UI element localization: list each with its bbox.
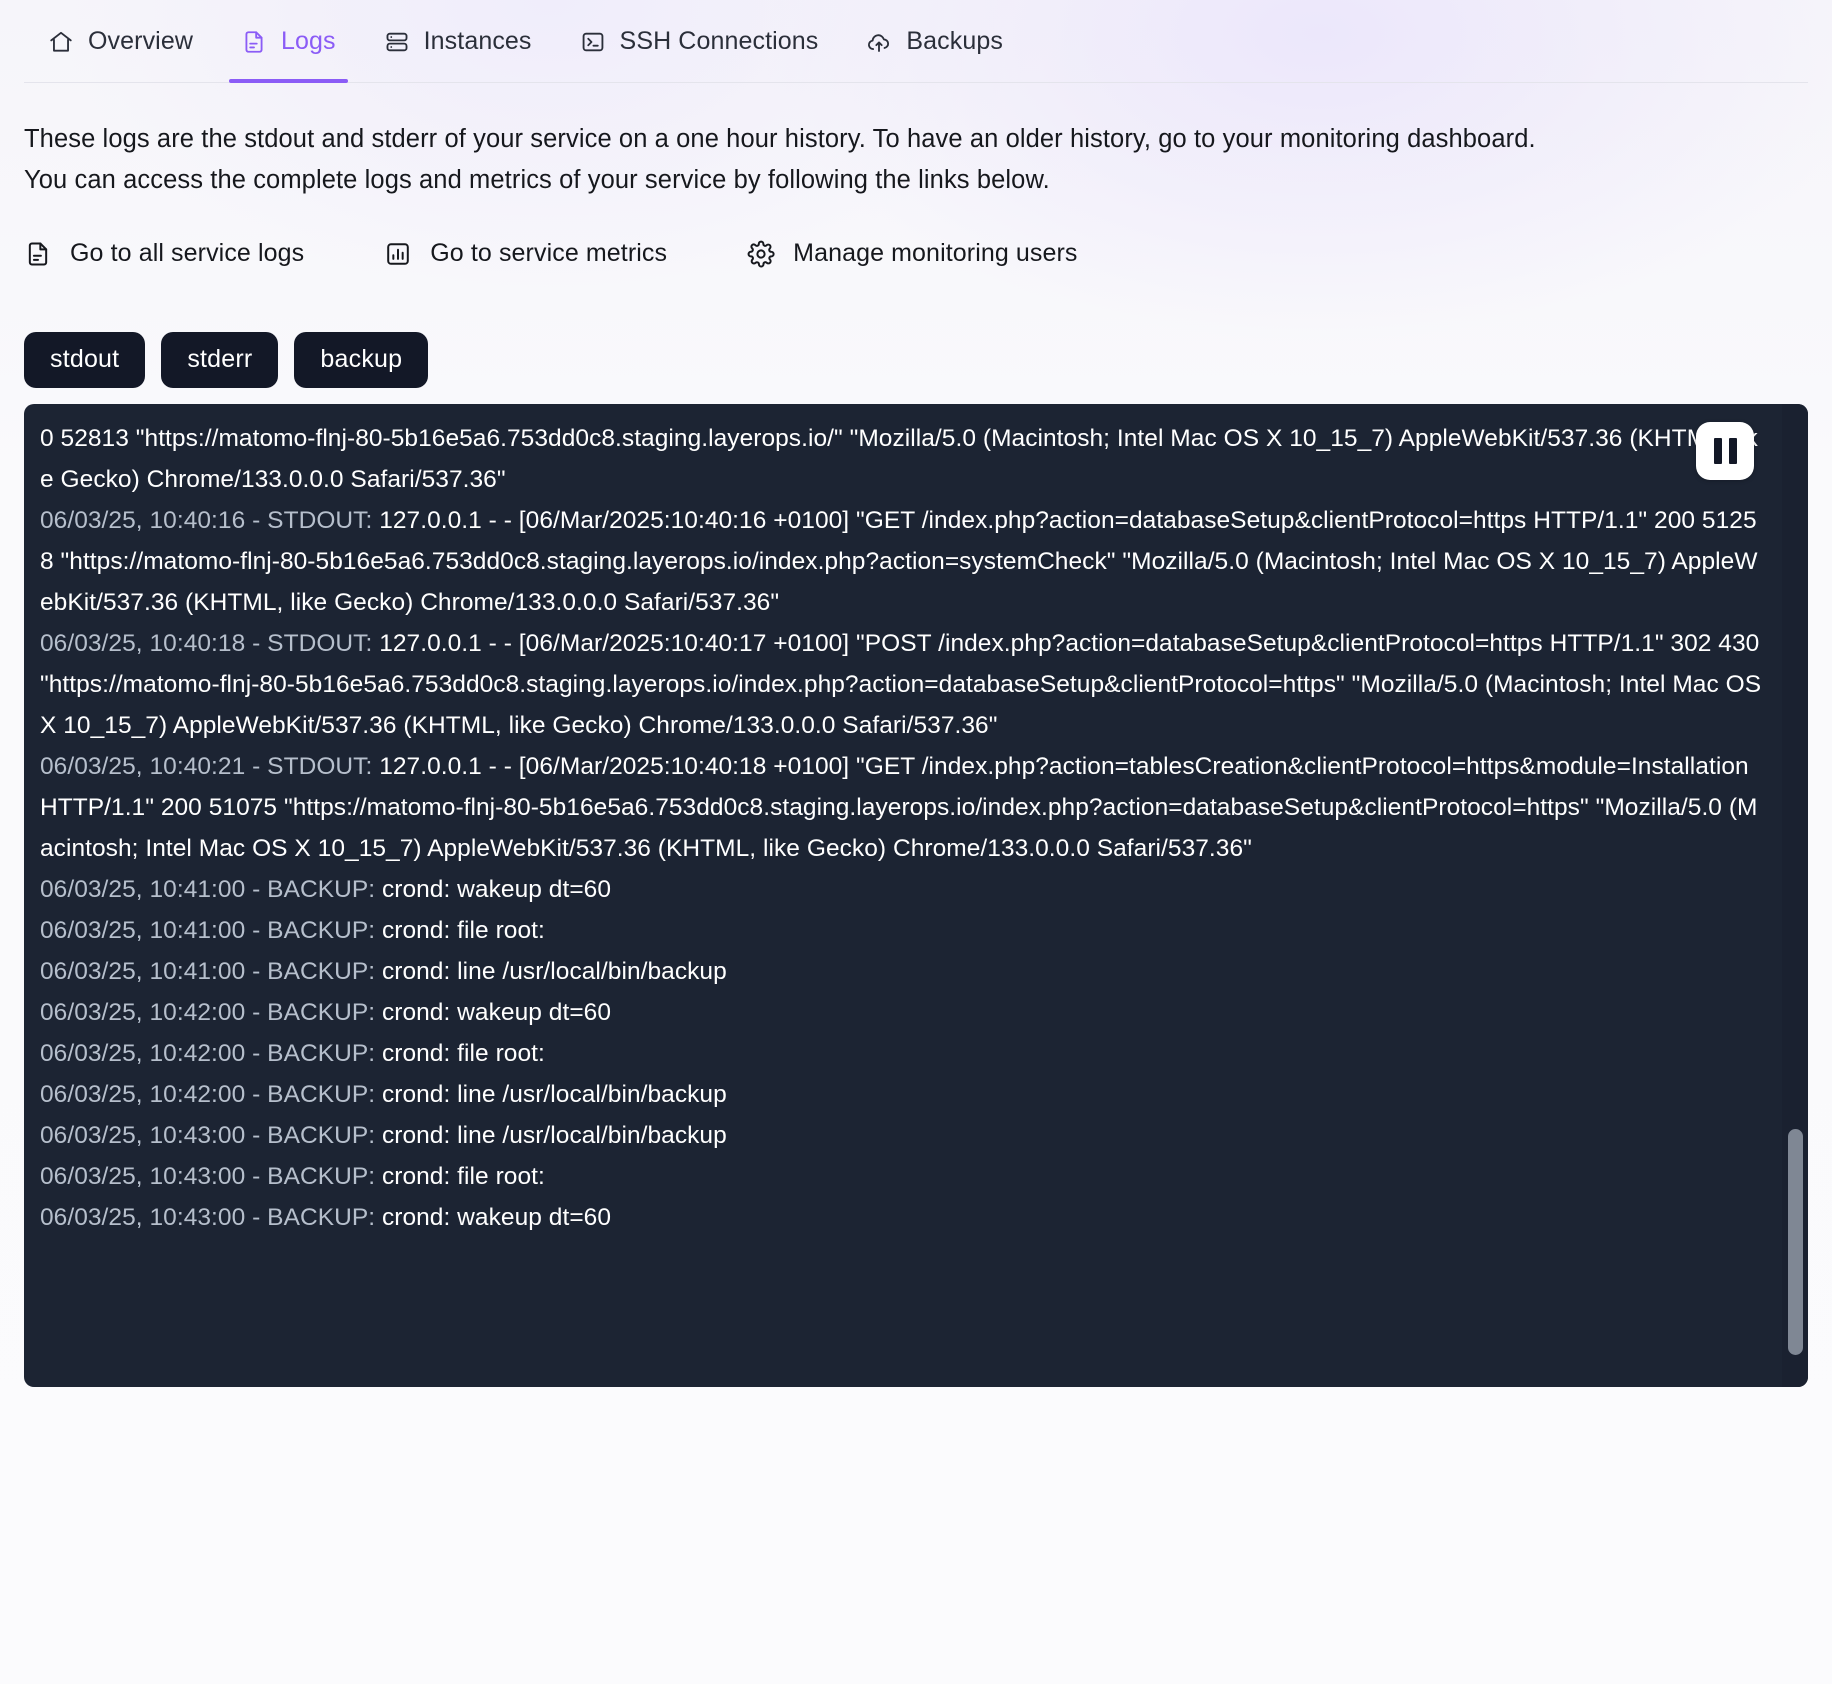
tab-ssh-connections-label: SSH Connections — [619, 27, 819, 55]
log-line: 06/03/25, 10:43:00 - BACKUP: crond: wake… — [40, 1197, 1766, 1238]
link-all-service-logs[interactable]: Go to all service logs — [24, 239, 304, 268]
log-line-message: crond: file root: — [381, 916, 545, 944]
log-line-timestamp: 06/03/25, 10:43:00 - BACKUP: — [40, 1162, 382, 1190]
tab-backups[interactable]: Backups — [842, 0, 1027, 83]
link-manage-monitoring-users[interactable]: Manage monitoring users — [747, 239, 1077, 268]
log-line-timestamp: 06/03/25, 10:40:16 - STDOUT: — [40, 506, 380, 534]
main-tab-bar: Overview Logs Instances SSH Connections … — [0, 0, 1832, 83]
intro-line-1: These logs are the stdout and stderr of … — [24, 125, 1536, 153]
log-line: 06/03/25, 10:42:00 - BACKUP: crond: wake… — [40, 992, 1766, 1033]
log-line-timestamp: 06/03/25, 10:42:00 - BACKUP: — [40, 998, 382, 1026]
log-line: 06/03/25, 10:41:00 - BACKUP: crond: line… — [40, 951, 1766, 992]
log-console-scrollbar-track[interactable] — [1782, 403, 1808, 1387]
link-all-service-logs-label: Go to all service logs — [70, 239, 305, 267]
log-line: 06/03/25, 10:40:16 - STDOUT: 127.0.0.1 -… — [40, 500, 1766, 623]
log-line: 06/03/25, 10:40:21 - STDOUT: 127.0.0.1 -… — [40, 746, 1766, 869]
log-line: 06/03/25, 10:43:00 - BACKUP: crond: line… — [40, 1115, 1766, 1156]
intro-text: These logs are the stdout and stderr of … — [0, 83, 1560, 201]
tab-instances-label: Instances — [423, 27, 532, 55]
log-line-message: crond: line /usr/local/bin/backup — [381, 957, 727, 985]
log-line-timestamp: 06/03/25, 10:41:00 - BACKUP: — [40, 957, 382, 985]
logs-page: Overview Logs Instances SSH Connections … — [0, 0, 1832, 1684]
filter-stdout-button[interactable]: stdout — [24, 332, 146, 388]
pause-bar-left — [1713, 437, 1722, 464]
intro-line-2: You can access the complete logs and met… — [24, 166, 1050, 194]
log-console-lines[interactable]: 0 52813 "https://matomo-flnj-80-5b16e5a6… — [24, 404, 1808, 1387]
filter-backup-button[interactable]: backup — [294, 332, 429, 388]
log-line: 06/03/25, 10:41:00 - BACKUP: crond: wake… — [40, 869, 1766, 910]
log-console: 0 52813 "https://matomo-flnj-80-5b16e5a6… — [24, 403, 1808, 1387]
tab-overview[interactable]: Overview — [24, 0, 217, 83]
log-line: 06/03/25, 10:42:00 - BACKUP: crond: line… — [40, 1074, 1766, 1115]
log-line-timestamp: 06/03/25, 10:41:00 - BACKUP: — [40, 916, 382, 944]
log-line-message: crond: file root: — [381, 1039, 545, 1067]
pause-bar-right — [1728, 437, 1737, 464]
bar-chart-icon — [384, 240, 412, 268]
log-line: 06/03/25, 10:41:00 - BACKUP: crond: file… — [40, 910, 1766, 951]
log-line: 06/03/25, 10:40:18 - STDOUT: 127.0.0.1 -… — [40, 623, 1766, 746]
home-icon — [48, 29, 74, 55]
log-line-message: crond: line /usr/local/bin/backup — [381, 1121, 727, 1149]
link-service-metrics-label: Go to service metrics — [430, 239, 668, 267]
file-text-icon — [241, 29, 267, 55]
log-line-message: crond: file root: — [381, 1162, 545, 1190]
terminal-icon — [580, 29, 606, 55]
cloud-upload-icon — [866, 29, 892, 55]
log-line-timestamp: 06/03/25, 10:43:00 - BACKUP: — [40, 1121, 382, 1149]
log-line-message: crond: wakeup dt=60 — [381, 998, 612, 1026]
link-service-metrics[interactable]: Go to service metrics — [384, 239, 667, 268]
tab-logs-label: Logs — [281, 27, 336, 55]
log-line-timestamp: 06/03/25, 10:40:21 - STDOUT: — [40, 752, 380, 780]
log-line-timestamp: 06/03/25, 10:41:00 - BACKUP: — [40, 875, 382, 903]
pause-button[interactable] — [1696, 421, 1754, 480]
log-line-timestamp: 06/03/25, 10:43:00 - BACKUP: — [40, 1203, 382, 1231]
gear-icon — [747, 240, 775, 268]
log-line: 06/03/25, 10:42:00 - BACKUP: crond: file… — [40, 1033, 1766, 1074]
log-console-scrollbar-thumb[interactable] — [1788, 1128, 1803, 1355]
log-line-timestamp: 06/03/25, 10:42:00 - BACKUP: — [40, 1039, 382, 1067]
tab-overview-label: Overview — [88, 27, 193, 55]
log-line: 06/03/25, 10:43:00 - BACKUP: crond: file… — [40, 1156, 1766, 1197]
log-stream-filters: stdout stderr backup — [0, 268, 1832, 388]
filter-stderr-button[interactable]: stderr — [161, 332, 279, 388]
log-line-timestamp: 06/03/25, 10:40:18 - STDOUT: — [40, 629, 380, 657]
log-line: 0 52813 "https://matomo-flnj-80-5b16e5a6… — [40, 418, 1766, 500]
tab-instances[interactable]: Instances — [360, 0, 556, 83]
log-line-message: 0 52813 "https://matomo-flnj-80-5b16e5a6… — [40, 424, 1758, 493]
log-line-message: crond: wakeup dt=60 — [381, 1203, 612, 1231]
tab-logs[interactable]: Logs — [217, 0, 360, 83]
file-text-icon — [24, 240, 52, 268]
log-line-message: crond: line /usr/local/bin/backup — [381, 1080, 727, 1108]
database-icon — [384, 29, 410, 55]
link-manage-monitoring-users-label: Manage monitoring users — [793, 239, 1078, 267]
service-links: Go to all service logs Go to service met… — [0, 201, 1832, 268]
log-line-message: crond: wakeup dt=60 — [381, 875, 612, 903]
tab-ssh-connections[interactable]: SSH Connections — [556, 0, 843, 83]
tab-backups-label: Backups — [906, 27, 1003, 55]
log-line-timestamp: 06/03/25, 10:42:00 - BACKUP: — [40, 1080, 382, 1108]
